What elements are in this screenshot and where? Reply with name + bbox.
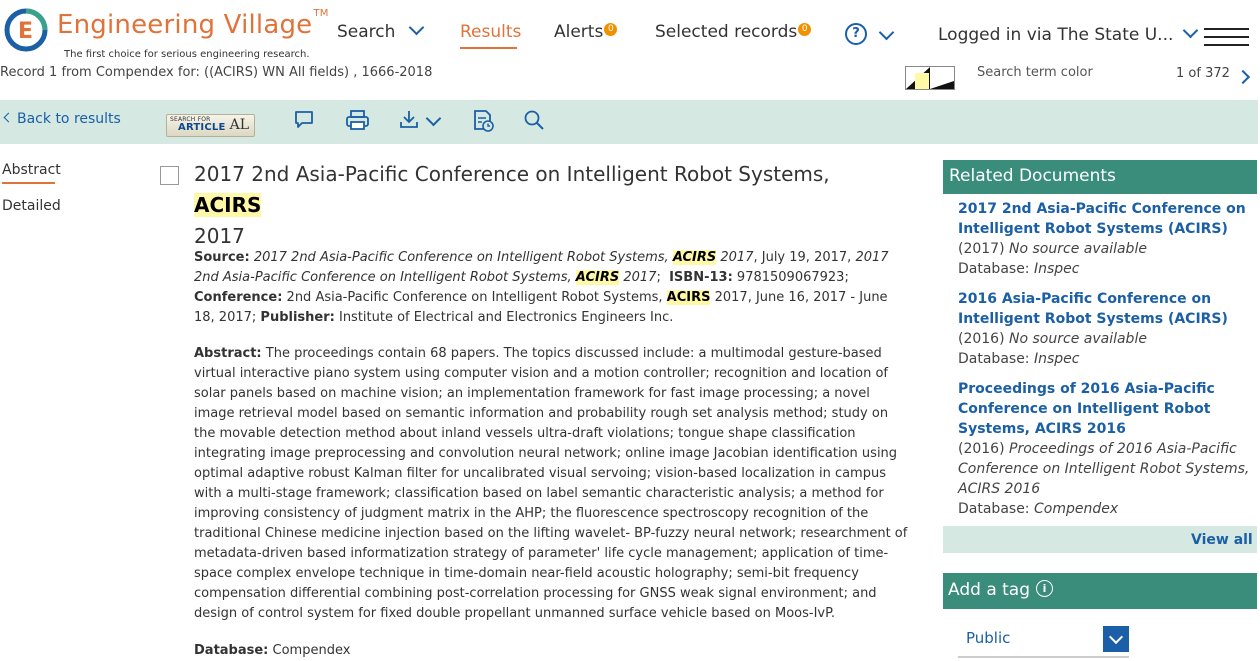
logo-initial: E bbox=[18, 19, 33, 44]
engineering-village-logo-icon[interactable]: E bbox=[4, 8, 48, 52]
select-record-checkbox[interactable] bbox=[160, 166, 179, 185]
related-document-db: Inspec bbox=[1033, 261, 1080, 277]
record-title-text: 2017 2nd Asia-Pacific Conference on Inte… bbox=[194, 162, 830, 186]
related-document-source: No source available bbox=[1009, 331, 1147, 347]
hamburger-menu-icon[interactable] bbox=[1204, 28, 1249, 52]
related-document-year: (2016) bbox=[958, 331, 1005, 347]
nav-selected-records-label[interactable]: Selected records bbox=[655, 22, 797, 42]
abstract-text: The proceedings contain 68 papers. The t… bbox=[194, 346, 908, 621]
brand-name-text[interactable]: Engineering Village bbox=[57, 10, 312, 40]
nav-selected-records[interactable]: Selected records 0 bbox=[655, 22, 812, 42]
tag-visibility-select[interactable]: Public bbox=[958, 622, 1129, 658]
tab-abstract-underline bbox=[2, 182, 55, 184]
related-document-item: Proceedings of 2016 Asia-Pacific Confere… bbox=[958, 379, 1253, 519]
related-document-db-label: Database: bbox=[958, 261, 1030, 277]
save-to-folder-icon[interactable] bbox=[471, 109, 497, 133]
nav-alerts-label[interactable]: Alerts bbox=[554, 22, 603, 42]
nav-search[interactable]: Search bbox=[337, 19, 425, 42]
selected-count-badge: 0 bbox=[798, 23, 812, 36]
related-document-item: 2017 2nd Asia-Pacific Conference on Inte… bbox=[958, 199, 1253, 279]
brand-name[interactable]: Engineering VillageTM bbox=[57, 8, 329, 40]
view-all-link[interactable]: View all bbox=[1191, 532, 1253, 548]
conference-highlight-term: ACIRS bbox=[666, 290, 711, 305]
source-year-2: 2017 bbox=[623, 270, 657, 285]
search-term-color-swatch[interactable] bbox=[905, 66, 955, 90]
isbn-value: 9781509067923; bbox=[736, 270, 849, 285]
help-chevron-down-icon[interactable] bbox=[878, 24, 895, 41]
add-tag-title: Add a tag bbox=[948, 580, 1031, 600]
isbn-label: ISBN-13: bbox=[669, 270, 733, 285]
record-source-block: Source: 2017 2nd Asia-Pacific Conference… bbox=[194, 248, 911, 328]
tag-visibility-value[interactable]: Public bbox=[966, 629, 1010, 647]
source-label: Source: bbox=[194, 250, 250, 265]
article-button-big-text: ARTICLE bbox=[178, 122, 226, 133]
related-document-link[interactable]: 2017 2nd Asia-Pacific Conference on Inte… bbox=[958, 199, 1253, 239]
source-highlight-term-1: ACIRS bbox=[672, 250, 717, 265]
comment-icon[interactable] bbox=[293, 109, 315, 131]
search-icon[interactable] bbox=[523, 109, 545, 131]
account-menu[interactable]: Logged in via The State U... bbox=[938, 22, 1199, 45]
color-swatch-icon[interactable] bbox=[906, 67, 954, 89]
nav-alerts[interactable]: Alerts 0 bbox=[554, 22, 618, 42]
help-icon[interactable]: ? bbox=[845, 23, 867, 45]
alerts-count-badge: 0 bbox=[604, 23, 618, 36]
related-document-link[interactable]: Proceedings of 2016 Asia-Pacific Confere… bbox=[958, 379, 1253, 439]
back-to-results-label[interactable]: Back to results bbox=[17, 111, 121, 127]
print-icon[interactable] bbox=[345, 109, 370, 131]
nav-search-label[interactable]: Search bbox=[337, 22, 395, 42]
brand-tagline: The first choice for serious engineering… bbox=[64, 49, 310, 60]
article-button-al-text: AL bbox=[229, 117, 249, 133]
search-term-color-label: Search term color bbox=[977, 65, 1093, 80]
record-paging: 1 of 372 bbox=[1176, 66, 1230, 81]
back-chevron-icon[interactable] bbox=[3, 112, 14, 123]
trademark: TM bbox=[313, 8, 329, 19]
source-separator: ; bbox=[656, 270, 661, 285]
chevron-down-icon[interactable] bbox=[1103, 626, 1129, 652]
title-highlight-term: ACIRS bbox=[194, 193, 262, 217]
account-chevron-down-icon[interactable] bbox=[1182, 22, 1199, 39]
related-document-db: Compendex bbox=[1033, 501, 1119, 517]
record-title: 2017 2nd Asia-Pacific Conference on Inte… bbox=[194, 159, 894, 252]
back-to-results-link[interactable]: Back to results bbox=[3, 111, 121, 127]
nav-results[interactable]: Results bbox=[460, 22, 521, 42]
source-highlight-term-2: ACIRS bbox=[575, 270, 620, 285]
add-tag-header: Add a tag i bbox=[943, 573, 1257, 609]
record-summary: Record 1 from Compendex for: ((ACIRS) WN… bbox=[0, 65, 433, 80]
related-document-link[interactable]: 2016 Asia-Pacific Conference on Intellig… bbox=[958, 289, 1253, 329]
related-document-db-label: Database: bbox=[958, 501, 1030, 517]
record-database-block: Database: Compendex bbox=[194, 641, 911, 661]
publisher-value: Institute of Electrical and Electronics … bbox=[338, 310, 674, 325]
publisher-label: Publisher: bbox=[260, 310, 335, 325]
source-year-1: 2017 bbox=[720, 250, 754, 265]
related-document-year: (2017) bbox=[958, 241, 1005, 257]
search-for-article-button[interactable]: SEARCH FOR ARTICLE AL bbox=[166, 114, 255, 137]
info-icon[interactable]: i bbox=[1036, 579, 1054, 597]
tab-abstract[interactable]: Abstract bbox=[2, 162, 61, 178]
account-label[interactable]: Logged in via The State U... bbox=[938, 25, 1173, 45]
related-document-item: 2016 Asia-Pacific Conference on Intellig… bbox=[958, 289, 1253, 369]
conference-name: 2nd Asia-Pacific Conference on Intellige… bbox=[286, 290, 663, 305]
conference-label: Conference: bbox=[194, 290, 283, 305]
download-icon[interactable] bbox=[398, 109, 422, 131]
source-date: , July 19, 2017, bbox=[753, 250, 852, 265]
record-abstract-block: Abstract: The proceedings contain 68 pap… bbox=[194, 344, 911, 624]
record-title-year: 2017 bbox=[194, 224, 245, 248]
source-title-1: 2017 2nd Asia-Pacific Conference on Inte… bbox=[253, 250, 669, 265]
related-document-source: No source available bbox=[1009, 241, 1147, 257]
database-label: Database: bbox=[194, 643, 269, 658]
related-document-year: (2016) bbox=[958, 441, 1005, 457]
tab-detailed[interactable]: Detailed bbox=[2, 198, 61, 214]
related-document-db: Inspec bbox=[1033, 351, 1080, 367]
related-documents-header: Related Documents bbox=[943, 160, 1257, 194]
abstract-label: Abstract: bbox=[194, 346, 262, 361]
next-record-arrow-icon[interactable] bbox=[1235, 69, 1251, 85]
database-value: Compendex bbox=[272, 643, 351, 658]
nav-results-underline bbox=[460, 47, 517, 49]
related-document-db-label: Database: bbox=[958, 351, 1030, 367]
chevron-down-icon[interactable] bbox=[408, 19, 425, 36]
